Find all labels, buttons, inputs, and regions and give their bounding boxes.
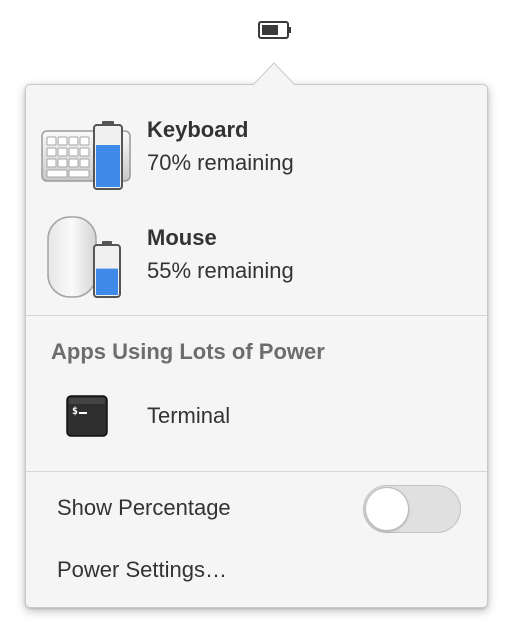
battery-indicator-icon[interactable] bbox=[257, 19, 293, 41]
show-percentage-row[interactable]: Show Percentage bbox=[26, 483, 487, 537]
device-name: Keyboard bbox=[147, 117, 249, 142]
apps-section-heading: Apps Using Lots of Power bbox=[51, 339, 325, 364]
power-settings-label: Power Settings… bbox=[57, 557, 227, 582]
device-row-mouse[interactable]: Mouse 55% remaining bbox=[26, 215, 487, 311]
separator bbox=[26, 471, 487, 472]
power-settings-menu-item[interactable]: Power Settings… bbox=[26, 545, 487, 599]
device-status: 55% remaining bbox=[147, 258, 294, 283]
app-name: Terminal bbox=[147, 403, 231, 428]
switch-knob[interactable] bbox=[365, 487, 409, 531]
mouse-battery-icon bbox=[47, 216, 121, 298]
device-name: Mouse bbox=[147, 225, 217, 250]
mouse-battery-level bbox=[96, 268, 118, 295]
app-row-terminal[interactable]: $ Terminal bbox=[26, 385, 487, 449]
keyboard-battery-level bbox=[96, 145, 120, 187]
popover-arrow bbox=[252, 62, 296, 86]
svg-text:$: $ bbox=[72, 406, 78, 417]
device-row-keyboard[interactable]: Keyboard 70% remaining bbox=[26, 107, 487, 203]
power-popover: Keyboard 70% remaining Mouse 55% remaini… bbox=[25, 84, 488, 608]
terminal-icon: $ bbox=[66, 395, 108, 437]
show-percentage-label: Show Percentage bbox=[57, 495, 231, 520]
keyboard-battery-icon bbox=[41, 121, 131, 190]
separator bbox=[26, 315, 487, 316]
device-status: 70% remaining bbox=[147, 150, 294, 175]
show-percentage-switch[interactable] bbox=[363, 485, 461, 533]
